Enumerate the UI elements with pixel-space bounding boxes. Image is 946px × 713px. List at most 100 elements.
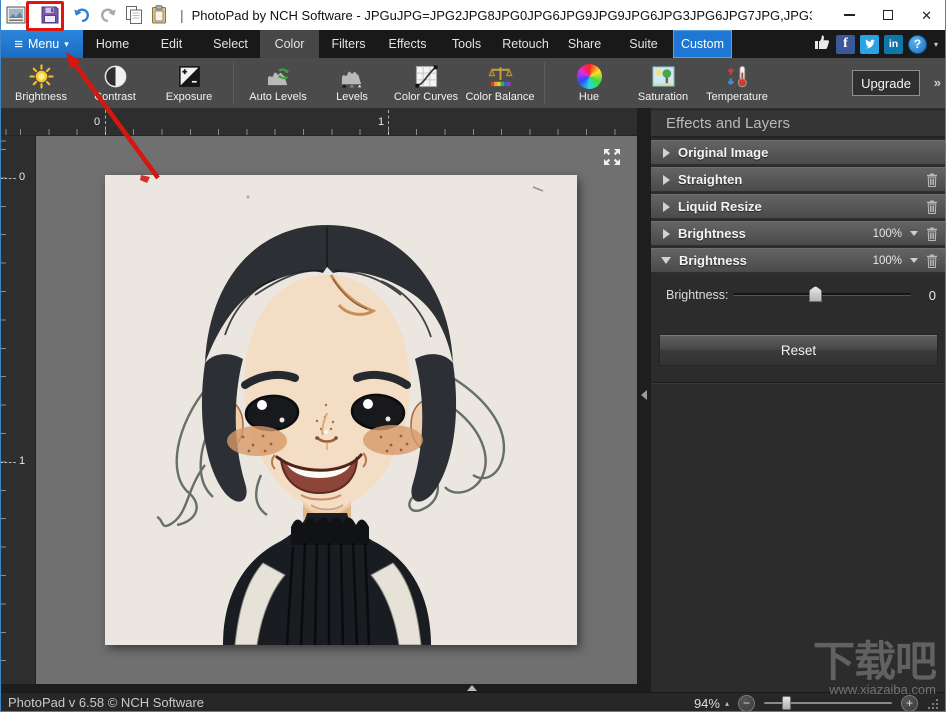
brightness-slider-label: Brightness:	[666, 288, 729, 302]
trash-icon[interactable]	[926, 200, 938, 214]
panel-divider	[651, 382, 946, 383]
ruler-top-number-1: 1	[378, 116, 384, 128]
version-text: PhotoPad v 6.58 © NCH Software	[8, 695, 204, 710]
expand-fullscreen-icon[interactable]	[603, 148, 621, 166]
tab-suite[interactable]: Suite	[614, 30, 673, 58]
undo-icon[interactable]	[72, 5, 92, 25]
toolbar-separator	[544, 62, 545, 104]
tab-custom[interactable]: Custom	[673, 30, 732, 58]
paste-icon[interactable]	[150, 5, 170, 25]
tab-retouch[interactable]: Retouch	[496, 30, 555, 58]
brightness-slider-thumb[interactable]	[809, 286, 822, 302]
brightness-tool-button[interactable]: Brightness	[4, 60, 78, 106]
resize-grip[interactable]	[927, 698, 938, 709]
ruler-top-number-0: 0	[94, 116, 100, 128]
ruler-vertical: 0 1	[0, 136, 36, 684]
title-bar: | PhotoPad by NCH Software - JPGuJPG=JPG…	[0, 0, 946, 30]
help-icon[interactable]: ?	[908, 35, 927, 54]
hue-tool-button[interactable]: Hue	[552, 60, 626, 106]
expand-up-icon[interactable]	[467, 685, 477, 691]
chevron-right-icon[interactable]	[663, 175, 670, 185]
chevron-right-icon[interactable]	[663, 202, 670, 212]
zoom-caret-up-icon[interactable]: ▴	[725, 699, 729, 708]
chevron-down-icon[interactable]	[910, 258, 918, 263]
zoom-in-button[interactable]: +	[901, 695, 918, 712]
color-toolbar: Brightness Contrast Exposure Auto Levels…	[0, 58, 946, 108]
panel-splitter[interactable]	[637, 108, 651, 692]
layer-opacity-value[interactable]: 100%	[873, 228, 902, 240]
redo-icon[interactable]	[98, 5, 118, 25]
chevron-right-icon[interactable]	[663, 229, 670, 239]
reset-button[interactable]: Reset	[659, 334, 938, 366]
temperature-icon	[725, 64, 750, 89]
portrait-illustration	[105, 175, 577, 645]
ruler-horizontal: 0 1	[0, 108, 637, 136]
maximize-icon[interactable]	[883, 10, 893, 20]
image-viewport[interactable]	[36, 136, 637, 684]
brightness-sun-icon	[29, 64, 54, 89]
contrast-icon	[103, 64, 128, 89]
chevron-down-icon: ▾	[64, 39, 69, 50]
tab-select[interactable]: Select	[201, 30, 260, 58]
tab-edit[interactable]: Edit	[142, 30, 201, 58]
color-curves-tool-button[interactable]: Color Curves	[389, 60, 463, 106]
close-icon[interactable]: ✕	[921, 9, 932, 22]
minimize-icon[interactable]	[844, 14, 855, 15]
collapse-panel-icon[interactable]	[641, 390, 647, 400]
linkedin-icon[interactable]: in	[884, 35, 903, 54]
auto-levels-tool-button[interactable]: Auto Levels	[241, 60, 315, 106]
layer-row-brightness-2-expanded[interactable]: Brightness 100%	[651, 248, 946, 273]
menu-bar: ≡ Menu ▾ Home Edit Select Color Filters …	[0, 30, 946, 58]
tab-home[interactable]: Home	[83, 30, 142, 58]
tab-filters[interactable]: Filters	[319, 30, 378, 58]
effects-and-layers-panel: Effects and Layers Original Image Straig…	[651, 108, 946, 692]
chevron-down-icon[interactable]	[910, 231, 918, 236]
menu-button[interactable]: ≡ Menu ▾	[0, 30, 83, 58]
color-balance-tool-button[interactable]: Color Balance	[463, 60, 537, 106]
twitter-icon[interactable]	[860, 35, 879, 54]
layer-opacity-value[interactable]: 100%	[873, 255, 902, 267]
tab-effects[interactable]: Effects	[378, 30, 437, 58]
zoom-slider-thumb[interactable]	[782, 696, 791, 710]
save-icon[interactable]	[40, 5, 60, 25]
levels-tool-button[interactable]: Levels	[315, 60, 389, 106]
canvas-area: 0 1 0 1	[0, 108, 637, 684]
contrast-tool-button[interactable]: Contrast	[78, 60, 152, 106]
chevron-right-icon[interactable]	[663, 148, 670, 158]
window-title: PhotoPad by NCH Software - JPGuJPG=JPG2J…	[192, 8, 812, 23]
saturation-tool-button[interactable]: Saturation	[626, 60, 700, 106]
bottom-collapse-strip[interactable]	[0, 684, 651, 692]
facebook-icon[interactable]: f	[836, 35, 855, 54]
layer-row-brightness-1[interactable]: Brightness 100%	[651, 221, 946, 246]
tab-share[interactable]: Share	[555, 30, 614, 58]
trash-icon[interactable]	[926, 254, 938, 268]
chevron-down-icon[interactable]	[661, 257, 671, 264]
help-chevron-down-icon[interactable]: ▾	[934, 40, 938, 49]
trash-icon[interactable]	[926, 227, 938, 241]
upgrade-button[interactable]: Upgrade	[852, 70, 920, 96]
toolbar-overflow-chevron[interactable]: »	[934, 75, 941, 90]
thumbs-up-icon[interactable]	[813, 33, 831, 56]
app-icon	[6, 5, 26, 25]
hue-color-wheel-icon	[577, 64, 602, 89]
layer-row-original-image[interactable]: Original Image	[651, 140, 946, 165]
status-bar: PhotoPad v 6.58 © NCH Software 94% ▴ − +	[0, 692, 946, 712]
exposure-tool-button[interactable]: Exposure	[152, 60, 226, 106]
zoom-percentage[interactable]: 94%	[694, 696, 720, 711]
auto-levels-icon	[266, 64, 291, 89]
temperature-tool-button[interactable]: Temperature	[700, 60, 774, 106]
layer-row-straighten[interactable]: Straighten	[651, 167, 946, 192]
photo-canvas[interactable]	[105, 175, 577, 645]
ruler-left-number-1: 1	[19, 455, 25, 467]
layer-row-liquid-resize[interactable]: Liquid Resize	[651, 194, 946, 219]
levels-icon	[340, 64, 365, 89]
brightness-slider-track[interactable]	[733, 293, 911, 296]
titlebar-separator: |	[180, 7, 184, 23]
copy-icon[interactable]	[124, 5, 144, 25]
tab-tools[interactable]: Tools	[437, 30, 496, 58]
trash-icon[interactable]	[926, 173, 938, 187]
ruler-left-number-0: 0	[19, 171, 25, 183]
tab-color[interactable]: Color	[260, 30, 319, 58]
zoom-out-button[interactable]: −	[738, 695, 755, 712]
zoom-slider-track[interactable]	[764, 702, 892, 704]
